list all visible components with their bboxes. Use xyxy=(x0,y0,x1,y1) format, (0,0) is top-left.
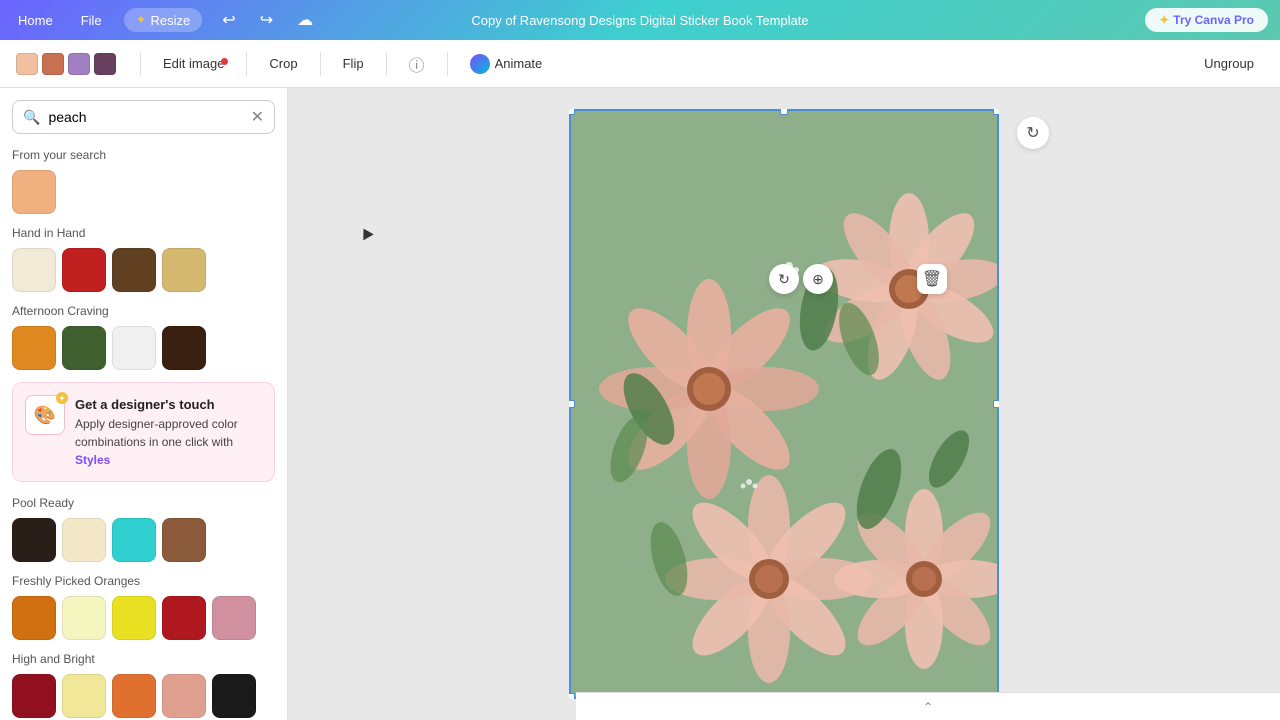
pool-ready-row xyxy=(12,518,275,562)
search-input[interactable] xyxy=(48,109,242,125)
animate-icon xyxy=(470,54,490,74)
divider-5 xyxy=(447,52,448,76)
flip-label: Flip xyxy=(343,56,364,71)
chip-tan[interactable] xyxy=(162,248,206,292)
freshly-picked-label: Freshly Picked Oranges xyxy=(12,574,275,588)
expand-tool-button[interactable]: ⊕ xyxy=(803,264,833,294)
delete-button[interactable]: 🗑 xyxy=(917,264,947,294)
from-your-search-label: From your search xyxy=(12,148,275,162)
chip-dark-brown[interactable] xyxy=(162,326,206,370)
undo-button[interactable]: ↩ xyxy=(218,6,239,34)
high-bright-row xyxy=(12,674,275,718)
toolbar: Edit image Crop Flip ⓘ Animate Ungroup xyxy=(0,40,1280,88)
afternoon-craving-row xyxy=(12,326,275,370)
gold-badge: ✦ xyxy=(56,392,68,404)
chip-brown2[interactable] xyxy=(162,518,206,562)
designers-text: Get a designer's touch Apply designer-ap… xyxy=(75,395,262,469)
chip-pale-yellow2[interactable] xyxy=(62,674,106,718)
edit-image-wrap: Edit image xyxy=(153,50,234,77)
clear-icon[interactable]: ✕ xyxy=(251,107,264,127)
designers-icon-wrap: 🎨 ✦ xyxy=(25,395,65,435)
swatch-3[interactable] xyxy=(68,53,90,75)
canvas-area[interactable]: ↻ ⊕ 🗑 ↻ ⌃ xyxy=(288,88,1280,720)
designers-title: Get a designer's touch xyxy=(75,397,215,412)
file-nav[interactable]: File xyxy=(75,9,108,32)
palette-icon: 🎨 xyxy=(34,405,56,426)
crop-button[interactable]: Crop xyxy=(259,50,307,77)
chip-pale-yellow[interactable] xyxy=(62,596,106,640)
afternoon-craving-label: Afternoon Craving xyxy=(12,304,275,318)
cursor-indicator xyxy=(358,226,373,241)
canvas-container: ↻ ⊕ 🗑 ↻ xyxy=(569,109,999,699)
animate-label: Animate xyxy=(495,56,543,71)
divider-4 xyxy=(386,52,387,76)
freshly-picked-row xyxy=(12,596,275,640)
color-chip-peach[interactable] xyxy=(12,170,56,214)
star-icon: ✦ xyxy=(136,12,147,28)
from-your-search-row xyxy=(12,170,275,214)
swatch-2[interactable] xyxy=(42,53,64,75)
search-bar[interactable]: 🔍 ✕ xyxy=(12,100,275,134)
rotate-tool-button[interactable]: ↻ xyxy=(769,264,799,294)
chip-dark-green[interactable] xyxy=(62,326,106,370)
flip-button[interactable]: Flip xyxy=(333,50,374,77)
chip-cyan[interactable] xyxy=(112,518,156,562)
cloud-save-icon: ☁ xyxy=(293,6,317,34)
main-layout: 🔍 ✕ From your search Hand in Hand Aftern… xyxy=(0,88,1280,720)
chip-cream[interactable] xyxy=(12,248,56,292)
canvas-floating-toolbar: ↻ ⊕ xyxy=(769,264,833,294)
resize-label: Resize xyxy=(151,13,191,28)
divider-2 xyxy=(246,52,247,76)
divider-1 xyxy=(140,52,141,76)
edit-image-label: Edit image xyxy=(163,56,224,71)
star-icon-2: ✦ xyxy=(1159,13,1169,27)
ungroup-label: Ungroup xyxy=(1204,56,1254,71)
chip-dark[interactable] xyxy=(12,518,56,562)
designers-body: Apply designer-approved color combinatio… xyxy=(75,417,238,449)
chip-brown[interactable] xyxy=(112,248,156,292)
ungroup-button[interactable]: Ungroup xyxy=(1194,50,1264,77)
hand-in-hand-label: Hand in Hand xyxy=(12,226,275,240)
hand-in-hand-row xyxy=(12,248,275,292)
chip-white[interactable] xyxy=(112,326,156,370)
chip-black[interactable] xyxy=(212,674,256,718)
floral-image[interactable] xyxy=(569,109,999,699)
chip-cream2[interactable] xyxy=(62,518,106,562)
high-bright-label: High and Bright xyxy=(12,652,275,666)
resize-button[interactable]: ✦ Resize xyxy=(124,8,203,32)
try-canva-button[interactable]: ✦ Try Canva Pro xyxy=(1145,8,1268,32)
bottom-bar: ⌃ xyxy=(576,692,1280,720)
search-icon: 🔍 xyxy=(23,109,40,126)
chip-crimson[interactable] xyxy=(12,674,56,718)
swatch-4[interactable] xyxy=(94,53,116,75)
chip-orange[interactable] xyxy=(12,596,56,640)
pool-ready-label: Pool Ready xyxy=(12,496,275,510)
home-nav[interactable]: Home xyxy=(12,9,59,32)
chip-bright-yellow[interactable] xyxy=(112,596,156,640)
try-canva-label: Try Canva Pro xyxy=(1173,13,1254,27)
sidebar: 🔍 ✕ From your search Hand in Hand Aftern… xyxy=(0,88,288,720)
swatch-1[interactable] xyxy=(16,53,38,75)
divider-3 xyxy=(320,52,321,76)
document-title: Copy of Ravensong Designs Digital Sticke… xyxy=(471,13,808,28)
chip-light-peach[interactable] xyxy=(162,674,206,718)
designers-touch-card: 🎨 ✦ Get a designer's touch Apply designe… xyxy=(12,382,275,482)
crop-label: Crop xyxy=(269,56,297,71)
animate-button[interactable]: Animate xyxy=(460,48,553,80)
top-bar-right: ✦ Try Canva Pro xyxy=(1145,8,1268,32)
chip-pink[interactable] xyxy=(212,596,256,640)
chip-red[interactable] xyxy=(62,248,106,292)
refresh-button[interactable]: ↻ xyxy=(1017,117,1049,149)
floral-pattern-svg xyxy=(569,109,999,699)
expand-icon[interactable]: ⌃ xyxy=(923,700,933,714)
info-icon: ⓘ xyxy=(409,52,425,76)
styles-link[interactable]: Styles xyxy=(75,453,110,467)
chip-dark-red[interactable] xyxy=(162,596,206,640)
chip-amber[interactable] xyxy=(12,326,56,370)
color-swatches-bar xyxy=(16,53,116,75)
chip-burnt-orange[interactable] xyxy=(112,674,156,718)
info-button[interactable]: ⓘ xyxy=(399,46,435,82)
redo-button[interactable]: ↪ xyxy=(256,6,277,34)
top-bar: Home File ✦ Resize ↩ ↪ ☁ Copy of Ravenso… xyxy=(0,0,1280,40)
